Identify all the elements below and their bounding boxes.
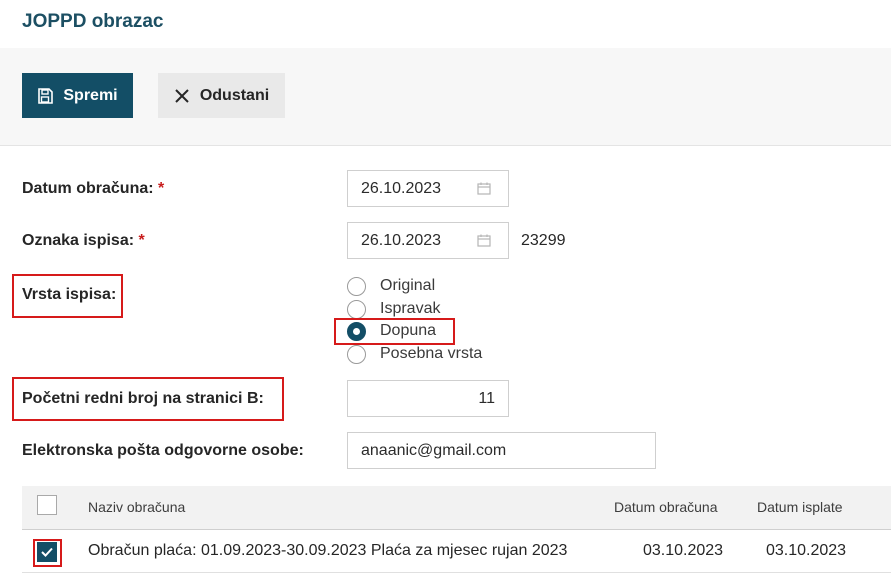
radio-option-dopuna[interactable]: Dopuna — [347, 320, 436, 342]
datum-obracuna-value: 26.10.2023 — [361, 179, 442, 197]
radio-label: Posebna vrsta — [380, 345, 483, 362]
email-value: anaanic@gmail.com — [361, 441, 507, 459]
datum-obracuna-field[interactable]: 26.10.2023 — [347, 170, 509, 207]
column-header-datum-isplate[interactable]: Datum isplate — [757, 499, 843, 515]
radio-option-original[interactable]: Original — [347, 275, 435, 297]
radio-button[interactable] — [347, 299, 366, 319]
email-field[interactable]: anaanic@gmail.com — [347, 432, 656, 469]
cancel-button[interactable]: Odustani — [158, 73, 285, 118]
cell-naziv: Obračun plaća: 01.09.2023-30.09.2023 Pla… — [88, 542, 568, 559]
cell-datum-obracuna: 03.10.2023 — [643, 542, 724, 559]
pocetni-redni-broj-field[interactable]: 11 — [347, 380, 509, 417]
save-button-label: Spremi — [63, 86, 118, 104]
select-all-checkbox[interactable] — [37, 495, 57, 515]
radio-button[interactable] — [347, 344, 366, 364]
save-button[interactable]: Spremi — [22, 73, 133, 118]
email-label: Elektronska pošta odgovorne osobe: — [22, 442, 304, 459]
close-icon — [174, 88, 190, 104]
required-marker: * — [158, 180, 165, 197]
oznaka-ispisa-number: 23299 — [521, 232, 566, 249]
pocetni-redni-broj-value: 11 — [478, 389, 495, 407]
datum-obracuna-label-text: Datum obračuna: — [22, 180, 154, 197]
radio-option-ispravak[interactable]: Ispravak — [347, 298, 440, 320]
toolbar: Spremi Odustani — [0, 48, 891, 146]
table-row[interactable]: Obračun plaća: 01.09.2023-30.09.2023 Pla… — [22, 530, 891, 573]
column-header-datum-obracuna[interactable]: Datum obračuna — [614, 499, 718, 515]
oznaka-ispisa-label-text: Oznaka ispisa: — [22, 232, 135, 249]
vrsta-ispisa-label: Vrsta ispisa: — [22, 286, 117, 303]
cancel-button-label: Odustani — [199, 86, 270, 104]
calendar-icon[interactable] — [477, 234, 491, 252]
oznaka-ispisa-label: Oznaka ispisa: * — [22, 232, 145, 250]
radio-button[interactable] — [347, 276, 366, 296]
datum-obracuna-label: Datum obračuna: * — [22, 180, 164, 198]
oznaka-ispisa-field[interactable]: 26.10.2023 — [347, 222, 509, 259]
oznaka-ispisa-value: 26.10.2023 — [361, 231, 442, 249]
highlight-box — [33, 539, 62, 567]
radio-button-selected[interactable] — [347, 321, 366, 341]
required-marker: * — [138, 232, 145, 249]
table-header: Naziv obračuna Datum obračuna Datum ispl… — [22, 486, 891, 530]
cell-datum-isplate: 03.10.2023 — [766, 542, 847, 559]
radio-option-posebna-vrsta[interactable]: Posebna vrsta — [347, 343, 482, 365]
floppy-disk-icon — [37, 87, 54, 104]
page-title: JOPPD obrazac — [22, 11, 164, 32]
radio-label: Original — [380, 277, 436, 294]
calendar-icon[interactable] — [477, 182, 491, 200]
pocetni-redni-broj-label: Početni redni broj na stranici B: — [22, 390, 264, 407]
radio-label: Dopuna — [380, 322, 437, 339]
column-header-naziv[interactable]: Naziv obračuna — [88, 499, 185, 515]
radio-label: Ispravak — [380, 300, 441, 317]
page-header: JOPPD obrazac — [0, 0, 891, 48]
